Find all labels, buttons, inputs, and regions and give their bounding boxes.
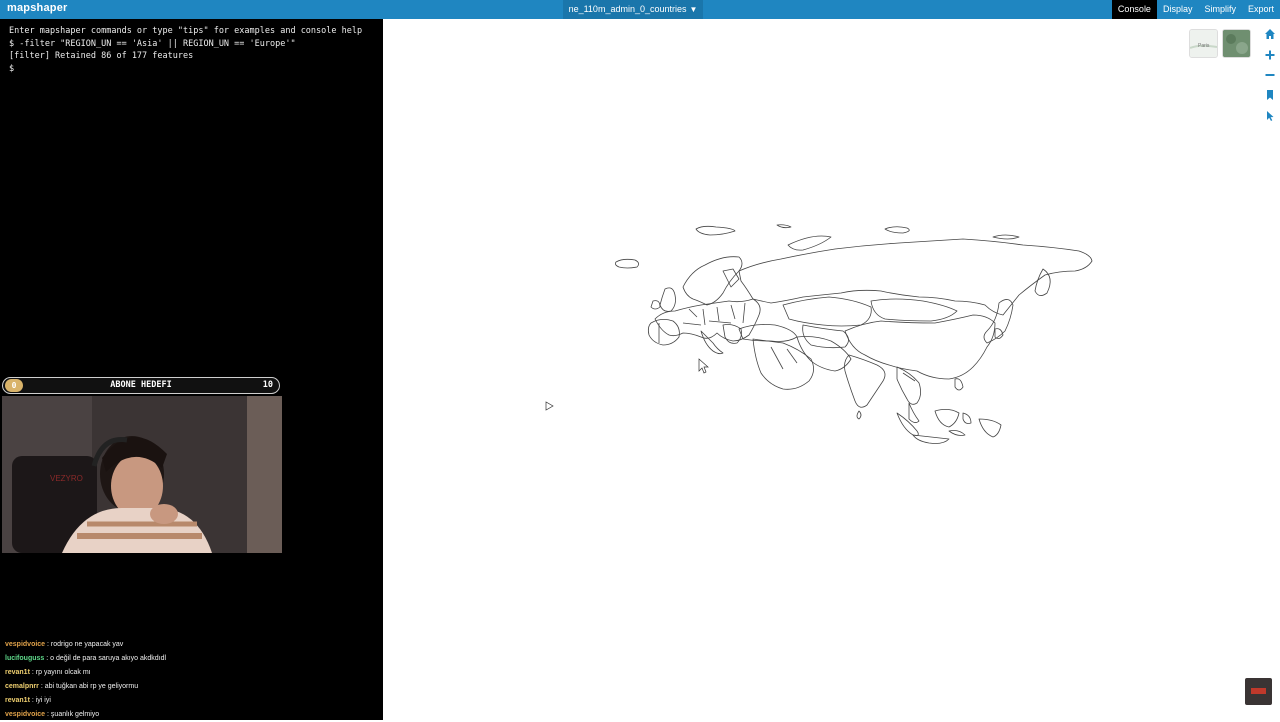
console-prompt[interactable]: $: [9, 63, 362, 76]
chat-user: vespidvoice: [5, 641, 46, 648]
top-bar: mapshaper ne_110m_admin_0_countries ▼ Con…: [0, 0, 1280, 19]
chat-text: : o değil de para saruya akıyo akdkdıdl: [46, 655, 167, 662]
chat-user: cemalpnrr: [5, 683, 39, 690]
chat-user: revan1t: [5, 669, 30, 676]
chat-text: : iyi iyi: [31, 697, 51, 704]
layer-name: ne_110m_admin_0_countries: [568, 4, 687, 14]
console-line: $ -filter "REGION_UN == 'Asia' || REGION…: [9, 38, 296, 49]
subscriber-goal-bar: 0 ABONE HEDEFI 10: [2, 377, 280, 394]
map-area[interactable]: Paris: [383, 19, 1280, 720]
chat-user: revan1t: [5, 697, 30, 704]
chat-user: vespidvoice: [5, 711, 46, 718]
chat-message: revan1t : iyi iyi: [5, 694, 375, 708]
chat-message: cemalpnrr : abi tuğkan abi rp ye geliyor…: [5, 680, 375, 694]
chat-message: vespidvoice : rodrigo ne yapacak yav: [5, 638, 375, 652]
dropdown-arrow-icon: ▼: [689, 5, 698, 14]
chat-text: : rodrigo ne yapacak yav: [47, 641, 124, 648]
stream-logo: [1245, 678, 1272, 705]
menu-export[interactable]: Export: [1242, 0, 1280, 19]
chat-text: : abi tuğkan abi rp ye geliyormu: [40, 683, 139, 690]
goal-target: 10: [262, 380, 273, 390]
layer-select[interactable]: ne_110m_admin_0_countries ▼: [563, 0, 703, 19]
menu-display[interactable]: Display: [1157, 0, 1199, 19]
chat-panel: vespidvoice : rodrigo ne yapacak yav luc…: [5, 638, 375, 722]
country-outlines: [615, 224, 1093, 444]
menu-console[interactable]: Console: [1111, 0, 1157, 19]
goal-title: ABONE HEDEFI: [110, 380, 172, 390]
console-panel[interactable]: Enter mapshaper commands or type "tips" …: [0, 19, 383, 720]
chat-message: lucifouguss : o değil de para saruya akı…: [5, 652, 375, 666]
chat-text: : şuanlık gelmiyo: [47, 711, 100, 718]
map-canvas[interactable]: [383, 19, 1280, 720]
console-line: Enter mapshaper commands or type "tips" …: [9, 26, 363, 36]
console-output: Enter mapshaper commands or type "tips" …: [9, 25, 362, 75]
menu-simplify[interactable]: Simplify: [1198, 0, 1242, 19]
svg-text:VEZYRO: VEZYRO: [50, 474, 83, 483]
chat-user: lucifouguss: [5, 655, 45, 662]
mouse-cursor-icon: [698, 358, 709, 374]
app-name: mapshaper: [7, 2, 68, 14]
webcam-image: VEZYRO: [2, 396, 282, 553]
webcam-feed: VEZYRO: [2, 396, 282, 553]
secondary-cursor-icon: [545, 401, 554, 411]
chat-message: revan1t : rp yayını olcak mı: [5, 666, 375, 680]
chat-text: : rp yayını olcak mı: [31, 669, 91, 676]
main-menu: Console Display Simplify Export: [1111, 0, 1280, 19]
console-line: [filter] Retained 86 of 177 features: [9, 51, 194, 61]
